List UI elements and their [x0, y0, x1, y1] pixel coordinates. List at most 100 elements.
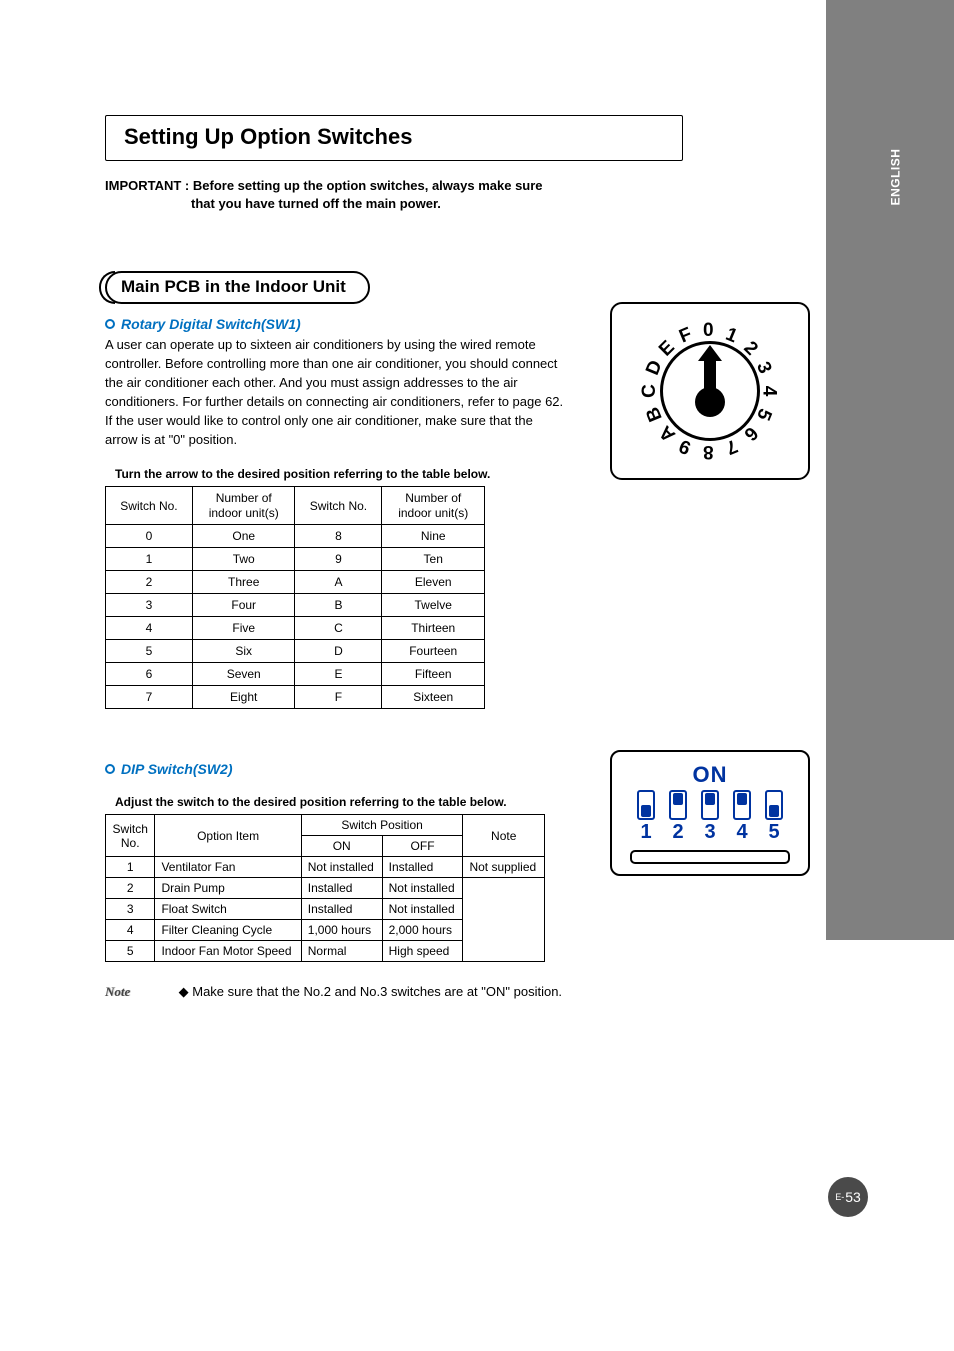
dial-char: F [676, 323, 695, 348]
table-cell: 8 [295, 525, 382, 548]
table-cell: Four [192, 594, 295, 617]
table-row: 4FiveCThirteen [106, 617, 485, 640]
rotary-dial-figure: EF0123456789ABCD [610, 302, 810, 480]
table-cell [463, 878, 545, 962]
page-title: Setting Up Option Switches [124, 124, 664, 150]
dip-track [669, 790, 687, 820]
dial-char: 5 [752, 405, 776, 423]
dip-label-box [630, 850, 790, 864]
table-cell: Indoor Fan Motor Speed [155, 941, 301, 962]
table-row: 7EightFSixteen [106, 686, 485, 709]
table-cell: Drain Pump [155, 878, 301, 899]
table-cell: 4 [106, 920, 155, 941]
dip-th-note: Note [463, 815, 545, 857]
dial-char: 2 [739, 337, 762, 360]
rotary-th-c: Switch No. [295, 487, 382, 525]
table-cell: Ten [382, 548, 485, 571]
dial-pointer-icon [704, 357, 716, 405]
dip-th-pos: Switch Position [301, 815, 463, 836]
dip-track [765, 790, 783, 820]
table-cell: 5 [106, 640, 193, 663]
table-cell: E [295, 663, 382, 686]
dip-on-label: ON [693, 762, 728, 788]
table-cell: Nine [382, 525, 485, 548]
table-cell: 4 [106, 617, 193, 640]
table-cell: Seven [192, 663, 295, 686]
rotary-heading-text: Rotary Digital Switch(SW1) [121, 316, 301, 332]
dip-knob [641, 805, 651, 817]
dip-th-item: Option Item [155, 815, 301, 857]
table-cell: 6 [106, 663, 193, 686]
table-row: 6SevenEFifteen [106, 663, 485, 686]
note-label: Note [105, 984, 175, 1000]
page-number-badge: E-53 [828, 1177, 868, 1217]
table-cell: Not installed [382, 878, 463, 899]
dial-char: 6 [739, 422, 762, 445]
dial-char: C [639, 384, 661, 398]
dip-knob [705, 793, 715, 805]
dip-th-no: Switch No. [106, 815, 155, 857]
table-row: 3FourBTwelve [106, 594, 485, 617]
dial-char: 0 [703, 320, 714, 342]
page-prefix: E- [835, 1192, 844, 1202]
dial-char: 1 [722, 323, 740, 347]
note-text: Make sure that the No.2 and No.3 switche… [179, 984, 562, 999]
important-label: IMPORTANT : [105, 177, 189, 195]
dial-char: 7 [722, 434, 740, 458]
language-tab: ENGLISH [889, 149, 903, 206]
dip-knob [737, 793, 747, 805]
table-cell: 5 [106, 941, 155, 962]
rotary-table: Switch No. Number of indoor unit(s) Swit… [105, 486, 485, 709]
table-cell: 7 [106, 686, 193, 709]
dial-char: 4 [757, 386, 779, 397]
table-cell: Six [192, 640, 295, 663]
table-cell: 3 [106, 594, 193, 617]
table-cell: Normal [301, 941, 382, 962]
dip-switch-row: 12345 [634, 790, 786, 844]
table-row: 2Drain PumpInstalledNot installed [106, 878, 545, 899]
table-cell: Three [192, 571, 295, 594]
table-cell: Eleven [382, 571, 485, 594]
note-row: Note Make sure that the No.2 and No.3 sw… [105, 984, 835, 1000]
table-cell: 0 [106, 525, 193, 548]
dip-number: 3 [704, 821, 715, 844]
table-cell: F [295, 686, 382, 709]
table-row: 1Ventilator FanNot installedInstalledNot… [106, 857, 545, 878]
dip-table: Switch No. Option Item Switch Position N… [105, 814, 545, 962]
table-cell: 1,000 hours [301, 920, 382, 941]
dip-switch: 4 [730, 790, 754, 844]
dip-track [637, 790, 655, 820]
table-cell: C [295, 617, 382, 640]
table-cell: Twelve [382, 594, 485, 617]
table-row: 5SixDFourteen [106, 640, 485, 663]
table-cell: 2,000 hours [382, 920, 463, 941]
dip-switch: 2 [666, 790, 690, 844]
rotary-th-b: Number of indoor unit(s) [192, 487, 295, 525]
bullet-ring-icon [105, 319, 115, 329]
table-cell: 2 [106, 571, 193, 594]
table-cell: 2 [106, 878, 155, 899]
section-heading-pill: Main PCB in the Indoor Unit [105, 271, 370, 304]
dip-switch-figure: ON 12345 [610, 750, 810, 876]
table-cell: B [295, 594, 382, 617]
section-title: Main PCB in the Indoor Unit [121, 277, 346, 296]
dial-char: B [642, 403, 668, 424]
bullet-ring-icon [105, 764, 115, 774]
table-cell: High speed [382, 941, 463, 962]
important-note: IMPORTANT : Before setting up the option… [105, 177, 645, 213]
dip-number: 5 [768, 821, 779, 844]
table-cell: One [192, 525, 295, 548]
table-cell: Thirteen [382, 617, 485, 640]
table-row: 1Two9Ten [106, 548, 485, 571]
important-line1: Before setting up the option switches, a… [193, 178, 543, 193]
rotary-th-a: Switch No. [106, 487, 193, 525]
table-cell: Not supplied [463, 857, 545, 878]
dip-switch: 3 [698, 790, 722, 844]
dip-number: 4 [736, 821, 747, 844]
table-row: 2ThreeAEleven [106, 571, 485, 594]
rotary-dial: EF0123456789ABCD [646, 327, 774, 455]
dial-char: 8 [703, 440, 714, 462]
important-line2: that you have turned off the main power. [191, 195, 645, 213]
dip-knob [769, 805, 779, 817]
table-cell: Float Switch [155, 899, 301, 920]
